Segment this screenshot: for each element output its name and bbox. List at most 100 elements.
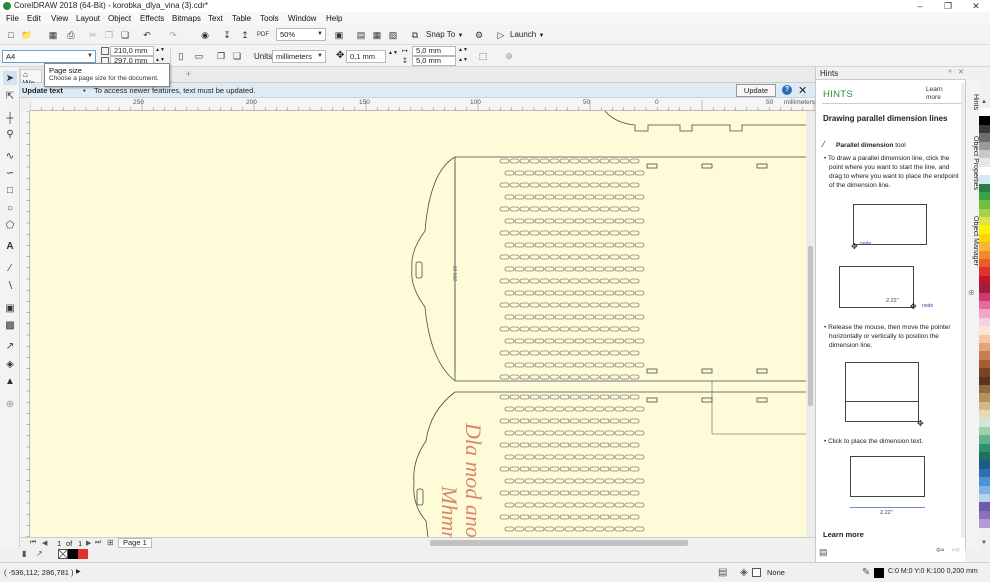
menu-view[interactable]: View [51,14,68,23]
color-swatch[interactable] [979,275,990,285]
duplicate-y-field[interactable]: 5,0 mm [412,56,456,66]
shape-tool-icon[interactable]: ⇱ [3,89,17,103]
corel-connect-icon[interactable]: ◉ [198,28,212,42]
close-notice-icon[interactable]: ✕ [798,84,807,97]
drop-shadow-icon[interactable]: ▣ [3,301,17,315]
open-folder-icon[interactable]: 📁 [20,28,34,42]
page-tab[interactable]: Page 1 [118,538,152,548]
redo-icon[interactable]: ↷ [166,28,180,42]
menu-file[interactable]: File [6,14,19,23]
launch-menu[interactable]: Launch ▼ [510,30,544,39]
color-swatch[interactable] [979,233,990,243]
color-swatch[interactable] [979,149,990,159]
color-swatch[interactable] [979,393,990,402]
palette-scroll-up-icon[interactable]: ▲ [981,99,987,105]
connector-tool-icon[interactable]: ∖ [3,279,17,293]
menu-table[interactable]: Table [232,14,251,23]
color-swatch[interactable] [979,133,990,142]
color-swatch[interactable] [979,124,990,134]
color-swatch[interactable] [979,175,990,184]
welcome-tab[interactable]: ⌂ We [20,69,42,88]
tab-hints[interactable]: Hints [967,94,979,110]
cut-icon[interactable]: ✂ [86,28,100,42]
menu-window[interactable]: Window [288,14,316,23]
add-tool-icon[interactable]: ⊕ [3,397,17,411]
last-page-icon[interactable]: ⏭ [95,539,101,547]
duplicate-x-field[interactable]: 5,0 mm [412,46,456,56]
horizontal-scroll-thumb[interactable] [430,540,688,546]
color-swatch[interactable] [979,376,990,385]
color-swatch[interactable] [979,300,990,310]
color-swatch[interactable] [979,359,990,369]
bleed-icon[interactable]: ⬚ [476,49,490,63]
dimension-tool-icon[interactable]: ∕ [3,261,17,275]
zoom-level-field[interactable]: 50% ▼ [276,28,326,41]
menu-text[interactable]: Text [208,14,223,23]
back-arrow-icon[interactable]: ⇦ [936,545,944,556]
color-swatch[interactable] [979,443,990,453]
menu-object[interactable]: Object [108,14,131,23]
crop-tool-icon[interactable]: ┼ [3,111,17,125]
landscape-icon[interactable]: ▭ [192,49,206,63]
color-swatch[interactable] [979,418,990,427]
palette-scroll-down-icon[interactable]: ▼ [981,540,987,546]
options-gear-icon[interactable]: ⚙ [472,28,486,42]
color-swatch[interactable] [979,351,990,360]
color-swatch[interactable] [979,519,990,528]
smart-fill-icon[interactable]: ▲ [3,374,17,388]
menu-edit[interactable]: Edit [27,14,41,23]
menu-effects[interactable]: Effects [140,14,164,23]
new-tab-button[interactable]: + [186,69,191,79]
vertical-ruler[interactable] [20,111,30,537]
color-swatch[interactable] [979,426,990,436]
print-icon[interactable]: ⎙ [64,28,78,42]
color-swatch[interactable] [979,326,990,335]
color-swatch[interactable] [979,502,990,511]
snap-to-menu[interactable]: Snap To ▼ [426,30,463,39]
color-swatch[interactable] [979,493,990,503]
color-swatch[interactable] [979,435,990,444]
color-swatch[interactable] [979,485,990,494]
color-swatch[interactable] [979,259,990,268]
menu-bitmaps[interactable]: Bitmaps [172,14,201,23]
full-screen-icon[interactable]: ▣ [332,28,346,42]
color-swatch[interactable] [979,452,990,461]
nudge-distance-field[interactable]: 0,1 mm [346,50,386,63]
show-rulers-icon[interactable]: ▤ [354,28,368,42]
color-swatch[interactable] [979,410,990,419]
freehand-tool-icon[interactable]: ∿ [3,149,17,163]
menu-layout[interactable]: Layout [76,14,100,23]
add-docker-icon[interactable]: ⊕ [968,288,975,297]
forward-arrow-icon[interactable]: ⇨ [952,545,960,556]
color-swatch[interactable] [979,208,990,218]
color-swatch[interactable] [979,267,990,276]
color-swatch[interactable] [979,510,990,520]
minimize-button[interactable]: – [906,0,934,12]
color-swatch[interactable] [979,217,990,226]
color-swatch[interactable] [979,334,990,343]
first-page-icon[interactable]: ⏮ [30,539,36,547]
page-width-field[interactable]: 210,0 mm [110,46,154,56]
rectangle-tool-icon[interactable]: □ [3,183,17,197]
undo-icon[interactable]: ↶ [140,28,154,42]
color-swatch[interactable] [979,384,990,394]
stepper-arrows-icon[interactable]: ▲▼ [388,50,398,56]
color-swatch[interactable] [979,477,990,486]
color-swatch[interactable] [979,368,990,377]
snap-to-icon[interactable]: ⧉ [408,28,422,42]
docker-collapse-icon[interactable]: » [948,68,952,75]
color-swatch[interactable] [979,317,990,327]
eyedropper-icon[interactable]: ↗ [36,549,43,558]
color-swatch[interactable] [979,292,990,301]
eyedropper-icon[interactable]: ↗ [3,339,17,353]
color-swatch[interactable] [979,183,990,192]
horizontal-ruler[interactable]: 250 200 150 100 50 0 50 millimeters [30,98,815,111]
polygon-tool-icon[interactable]: ⬠ [3,218,17,232]
stepper-arrows-icon[interactable]: ▲▼ [155,47,165,53]
no-color-swatch[interactable] [58,549,68,559]
tab-object-properties[interactable]: Object Properties [967,136,979,190]
ellipse-tool-icon[interactable]: ○ [3,201,17,215]
black-swatch[interactable] [68,549,78,559]
units-select[interactable]: millimeters ▼ [272,50,326,63]
color-swatch[interactable] [979,141,990,150]
